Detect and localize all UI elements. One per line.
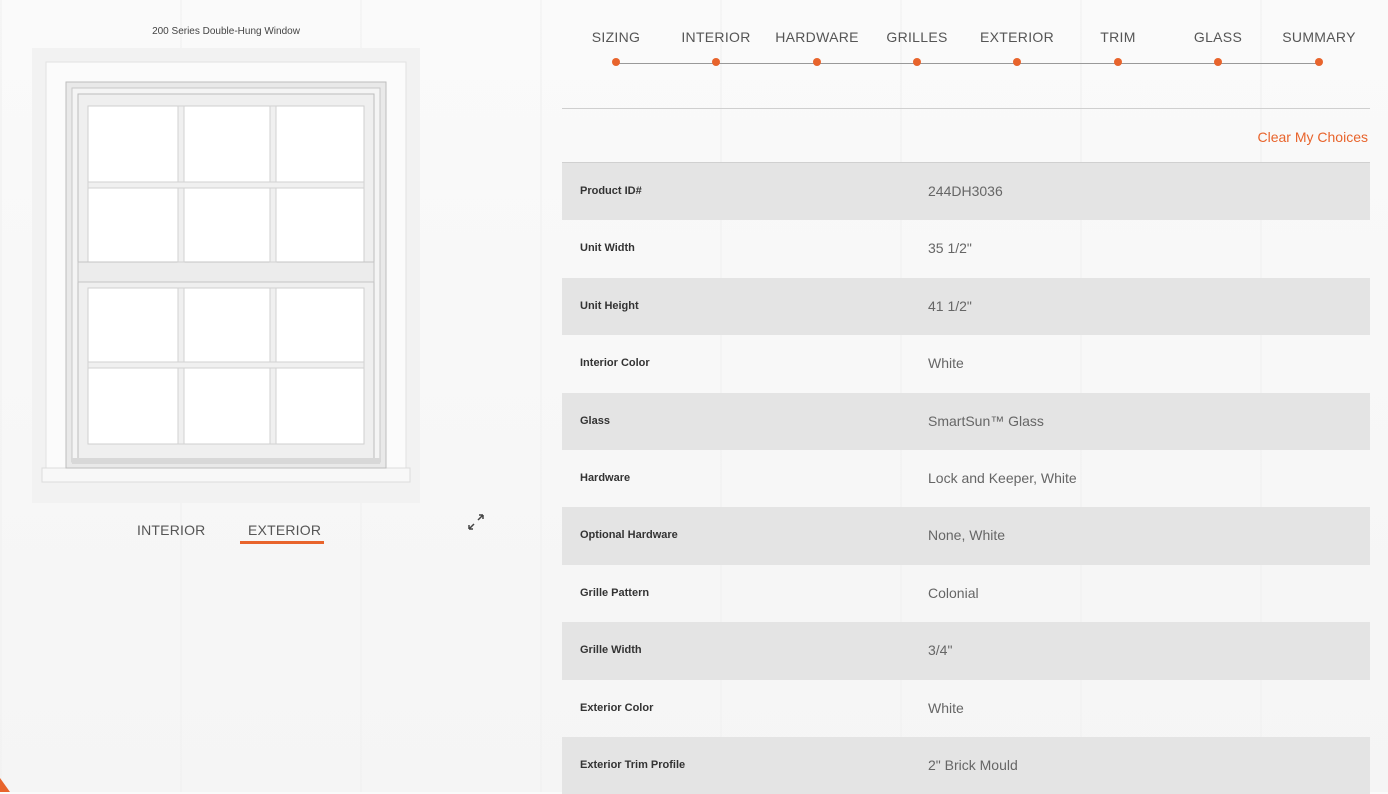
step-dot [913,58,921,66]
spec-row: Hardware Lock and Keeper, White [562,450,1370,507]
step-label: SIZING [591,29,641,45]
spec-label: Grille Pattern [580,586,650,599]
spec-row: Unit Height 41 1/2" [562,277,1370,336]
step-label: INTERIOR [681,29,751,45]
spec-label: Unit Height [580,299,639,312]
step-sizing[interactable]: SIZING [566,29,666,66]
step-label: SUMMARY [1282,29,1356,45]
spec-value: White [928,699,964,716]
tab-interior-view[interactable]: INTERIOR [137,522,206,538]
spec-row: Exterior Trim Profile 2" Brick Mould [562,736,1370,794]
spec-value: None, White [928,527,1006,544]
spec-value: 244DH3036 [928,183,1003,199]
step-dot [612,58,620,66]
configurator-steps-nav: SIZING INTERIOR HARDWARE GRILLES EXTERIO… [562,0,1370,100]
corner-accent-shape [0,778,10,792]
step-dot [1315,58,1323,66]
spec-value: SmartSun™ Glass [928,412,1044,429]
double-hung-window-illustration [32,48,420,503]
step-interior[interactable]: INTERIOR [666,29,766,66]
step-dot [813,58,821,66]
step-label: GLASS [1193,29,1243,45]
spec-value: 2" Brick Mould [928,756,1018,773]
step-dot [1013,58,1021,66]
spec-label: Optional Hardware [580,529,678,542]
spec-value: 3/4" [928,642,953,659]
spec-value: Lock and Keeper, White [928,469,1077,486]
spec-label: Grille Width [580,644,642,657]
step-label: HARDWARE [775,29,859,45]
divider [562,108,1370,109]
spec-label: Hardware [580,471,631,484]
spec-label: Product ID# [580,185,642,197]
spec-value: 41 1/2" [928,297,972,314]
tab-exterior-view[interactable]: EXTERIOR [248,522,321,538]
spec-row: Exterior Color White [562,680,1370,737]
steps-progress-line [616,63,1318,64]
step-label: GRILLES [886,29,948,45]
spec-row: Optional Hardware None, White [562,507,1370,565]
clear-my-choices-link[interactable]: Clear My Choices [1258,129,1368,145]
spec-label: Interior Color [580,357,650,370]
step-dot [712,58,720,66]
spec-row: Glass SmartSun™ Glass [562,392,1370,450]
step-grilles[interactable]: GRILLES [867,29,967,66]
spec-label: Glass [580,414,610,427]
step-label: TRIM [1100,29,1136,45]
step-glass[interactable]: GLASS [1168,29,1268,66]
spec-row: Grille Width 3/4" [562,622,1370,680]
step-label: EXTERIOR [980,29,1054,45]
window-preview-image [32,48,420,503]
step-dot [1214,58,1222,66]
spec-row: Unit Width 35 1/2" [562,220,1370,277]
spec-row: Product ID# 244DH3036 [562,163,1370,221]
step-trim[interactable]: TRIM [1068,29,1168,66]
spec-label: Unit Width [580,242,635,255]
spec-value: Colonial [928,584,979,601]
spec-row: Grille Pattern Colonial [562,565,1370,622]
step-hardware[interactable]: HARDWARE [767,29,867,66]
spec-label: Exterior Trim Profile [580,758,686,771]
step-exterior[interactable]: EXTERIOR [967,29,1067,66]
step-summary[interactable]: SUMMARY [1269,29,1369,66]
product-title: 200 Series Double-Hung Window [152,26,300,37]
summary-spec-table: Product ID# 244DH3036 Unit Width 35 1/2"… [562,163,1370,794]
spec-value: 35 1/2" [928,240,972,257]
step-dot [1114,58,1122,66]
active-tab-underline [240,541,324,544]
spec-row: Interior Color White [562,335,1370,392]
spec-value: White [928,355,964,372]
product-preview-panel: 200 Series Double-Hung Window INTERIOR E… [0,0,540,792]
spec-label: Exterior Color [580,701,654,714]
expand-arrows-icon[interactable] [466,512,486,532]
